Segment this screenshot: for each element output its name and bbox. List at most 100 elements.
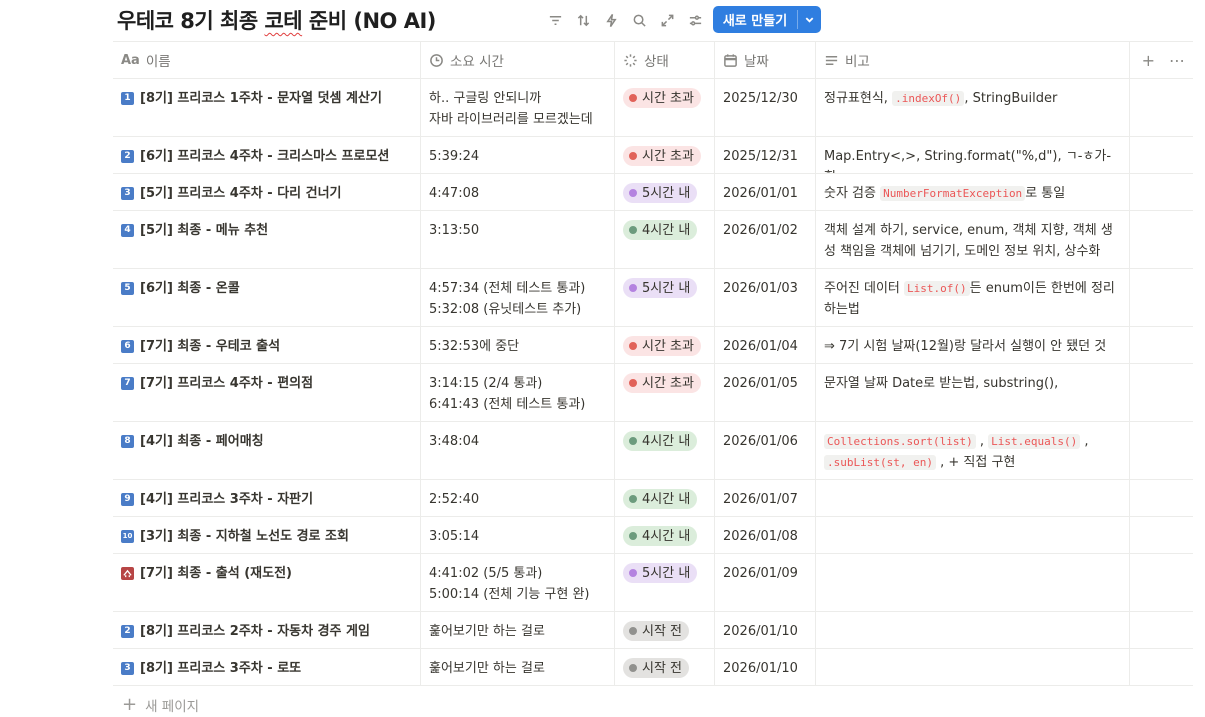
cell-date[interactable]: 2025/12/30 — [715, 79, 816, 136]
table-row[interactable]: 6 [7기] 최종 - 우테코 출석 5:32:53에 중단 시간 초과 2026/01… — [113, 327, 1193, 364]
cell-status[interactable]: 5시간 내 — [615, 174, 715, 210]
cell-duration[interactable]: 3:14:15 (2/4 통과) 6:41:43 (전체 테스트 통과) — [421, 364, 615, 421]
cell-note[interactable] — [816, 612, 1130, 648]
cell-note[interactable]: 정규표현식, .indexOf(), StringBuilder — [816, 79, 1130, 136]
row-title[interactable]: 1 [8기] 프리코스 1주차 - 문자열 덧셈 계산기 — [121, 88, 412, 109]
cell-status[interactable]: 5시간 내 — [615, 554, 715, 611]
cell-date[interactable]: 2026/01/10 — [715, 649, 816, 685]
status-badge[interactable]: 5시간 내 — [623, 183, 698, 203]
cell-note[interactable]: Map.Entry<,>, String.format("%,d"), ㄱ-ㅎ가… — [816, 137, 1130, 173]
row-title[interactable]: 7 [7기] 프리코스 4주차 - 편의점 — [121, 373, 412, 394]
cell-duration[interactable]: 하.. 구글링 안되니까 자바 라이브러리를 모르겠는데 — [421, 79, 615, 136]
row-title[interactable]: 2 [8기] 프리코스 2주차 - 자동차 경주 게임 — [121, 621, 412, 642]
status-badge[interactable]: 5시간 내 — [623, 278, 698, 298]
settings-sliders-icon[interactable] — [681, 7, 709, 33]
cell-status[interactable]: 시작 전 — [615, 649, 715, 685]
row-title[interactable]: 9 [4기] 프리코스 3주차 - 자판기 — [121, 489, 412, 510]
status-badge[interactable]: 5시간 내 — [623, 563, 698, 583]
new-button-label[interactable]: 새로 만들기 — [713, 6, 797, 33]
cell-duration[interactable]: 3:05:14 — [421, 517, 615, 553]
table-row[interactable]: 8 [4기] 최종 - 페어매칭 3:48:04 4시간 내 2026/01/06 Col… — [113, 422, 1193, 480]
row-title[interactable]: 2 [6기] 프리코스 4주차 - 크리스마스 프로모션 — [121, 146, 412, 167]
cell-note[interactable]: 주어진 데이터 List.of() 든 enum이든 한번에 정리하는법 — [816, 269, 1130, 326]
cell-status[interactable]: 시간 초과 — [615, 137, 715, 173]
cell-name[interactable]: 3 [5기] 프리코스 4주차 - 다리 건너기 — [113, 174, 421, 210]
row-title[interactable]: 4 [5기] 최종 - 메뉴 추천 — [121, 220, 412, 241]
cell-name[interactable]: 10 [3기] 최종 - 지하철 노선도 경로 조회 — [113, 517, 421, 553]
cell-duration[interactable]: 4:57:34 (전체 테스트 통과) 5:32:08 (유닛테스트 추가) — [421, 269, 615, 326]
cell-name[interactable]: 6 [7기] 최종 - 우테코 출석 — [113, 327, 421, 363]
cell-date[interactable]: 2026/01/02 — [715, 211, 816, 268]
cell-note[interactable] — [816, 554, 1130, 611]
table-row[interactable]: [7기] 최종 - 출석 (재도전) 4:41:02 (5/5 통과) 5:00:1… — [113, 554, 1193, 612]
cell-date[interactable]: 2026/01/09 — [715, 554, 816, 611]
cell-status[interactable]: 시작 전 — [615, 612, 715, 648]
status-badge[interactable]: 시간 초과 — [623, 146, 701, 166]
cell-name[interactable]: 7 [7기] 프리코스 4주차 - 편의점 — [113, 364, 421, 421]
cell-date[interactable]: 2026/01/08 — [715, 517, 816, 553]
cell-note[interactable]: Collections.sort(list) , List.equals() ,… — [816, 422, 1130, 479]
filter-icon[interactable] — [541, 7, 569, 33]
expand-icon[interactable] — [653, 7, 681, 33]
cell-status[interactable]: 5시간 내 — [615, 269, 715, 326]
cell-name[interactable]: 8 [4기] 최종 - 페어매칭 — [113, 422, 421, 479]
cell-date[interactable]: 2026/01/05 — [715, 364, 816, 421]
cell-status[interactable]: 4시간 내 — [615, 211, 715, 268]
row-title[interactable]: 10 [3기] 최종 - 지하철 노선도 경로 조회 — [121, 526, 412, 547]
cell-name[interactable]: 2 [8기] 프리코스 2주차 - 자동차 경주 게임 — [113, 612, 421, 648]
cell-name[interactable]: 5 [6기] 최종 - 온콜 — [113, 269, 421, 326]
row-title[interactable]: 5 [6기] 최종 - 온콜 — [121, 278, 412, 299]
search-icon[interactable] — [625, 7, 653, 33]
column-header-date[interactable]: 날짜 — [715, 42, 816, 78]
table-row[interactable]: 10 [3기] 최종 - 지하철 노선도 경로 조회 3:05:14 4시간 내 202… — [113, 517, 1193, 554]
table-row[interactable]: 3 [8기] 프리코스 3주차 - 로또 훑어보기만 하는 걸로 시작 전 2026/0… — [113, 649, 1193, 686]
row-title[interactable]: 8 [4기] 최종 - 페어매칭 — [121, 431, 412, 452]
status-badge[interactable]: 4시간 내 — [623, 526, 698, 546]
cell-note[interactable]: 문자열 날짜 Date로 받는법, substring(), — [816, 364, 1130, 421]
new-button[interactable]: 새로 만들기 — [713, 6, 821, 33]
status-badge[interactable]: 시간 초과 — [623, 88, 701, 108]
cell-date[interactable]: 2025/12/31 — [715, 137, 816, 173]
cell-duration[interactable]: 5:39:24 — [421, 137, 615, 173]
cell-note[interactable]: 숫자 검증 NumberFormatException 로 통일 — [816, 174, 1130, 210]
cell-status[interactable]: 시간 초과 — [615, 364, 715, 421]
cell-duration[interactable]: 2:52:40 — [421, 480, 615, 516]
status-badge[interactable]: 4시간 내 — [623, 431, 698, 451]
cell-date[interactable]: 2026/01/04 — [715, 327, 816, 363]
cell-date[interactable]: 2026/01/07 — [715, 480, 816, 516]
table-row[interactable]: 9 [4기] 프리코스 3주차 - 자판기 2:52:40 4시간 내 2026/01/… — [113, 480, 1193, 517]
status-badge[interactable]: 시간 초과 — [623, 336, 701, 356]
cell-duration[interactable]: 훑어보기만 하는 걸로 — [421, 649, 615, 685]
cell-name[interactable]: 2 [6기] 프리코스 4주차 - 크리스마스 프로모션 — [113, 137, 421, 173]
row-title[interactable]: [7기] 최종 - 출석 (재도전) — [121, 563, 412, 584]
row-title[interactable]: 3 [8기] 프리코스 3주차 - 로또 — [121, 658, 412, 679]
status-badge[interactable]: 시작 전 — [623, 658, 690, 678]
column-header-duration[interactable]: 소요 시간 — [421, 42, 615, 78]
cell-duration[interactable]: 3:48:04 — [421, 422, 615, 479]
cell-date[interactable]: 2026/01/10 — [715, 612, 816, 648]
cell-status[interactable]: 4시간 내 — [615, 422, 715, 479]
automation-lightning-icon[interactable] — [597, 7, 625, 33]
cell-name[interactable]: [7기] 최종 - 출석 (재도전) — [113, 554, 421, 611]
cell-status[interactable]: 시간 초과 — [615, 79, 715, 136]
cell-date[interactable]: 2026/01/06 — [715, 422, 816, 479]
column-header-note[interactable]: 비고 — [816, 42, 1130, 78]
cell-name[interactable]: 4 [5기] 최종 - 메뉴 추천 — [113, 211, 421, 268]
new-page-button[interactable]: + 새 페이지 — [122, 694, 199, 715]
row-title[interactable]: 3 [5기] 프리코스 4주차 - 다리 건너기 — [121, 183, 412, 204]
cell-note[interactable] — [816, 480, 1130, 516]
chevron-down-icon[interactable] — [798, 6, 821, 33]
cell-note[interactable]: ⇒ 7기 시험 날짜(12월)랑 달라서 실행이 안 됐던 것 — [816, 327, 1130, 363]
cell-name[interactable]: 1 [8기] 프리코스 1주차 - 문자열 덧셈 계산기 — [113, 79, 421, 136]
table-row[interactable]: 7 [7기] 프리코스 4주차 - 편의점 3:14:15 (2/4 통과) 6:41… — [113, 364, 1193, 422]
cell-duration[interactable]: 5:32:53에 중단 — [421, 327, 615, 363]
cell-duration[interactable]: 훑어보기만 하는 걸로 — [421, 612, 615, 648]
status-badge[interactable]: 시작 전 — [623, 621, 690, 641]
cell-duration[interactable]: 4:41:02 (5/5 통과) 5:00:14 (전체 기능 구현 완) — [421, 554, 615, 611]
table-row[interactable]: 5 [6기] 최종 - 온콜 4:57:34 (전체 테스트 통과) 5:32:08 … — [113, 269, 1193, 327]
status-badge[interactable]: 시간 초과 — [623, 373, 701, 393]
add-property-icon[interactable]: + — [1142, 51, 1155, 70]
cell-status[interactable]: 4시간 내 — [615, 480, 715, 516]
cell-note[interactable] — [816, 649, 1130, 685]
cell-name[interactable]: 3 [8기] 프리코스 3주차 - 로또 — [113, 649, 421, 685]
